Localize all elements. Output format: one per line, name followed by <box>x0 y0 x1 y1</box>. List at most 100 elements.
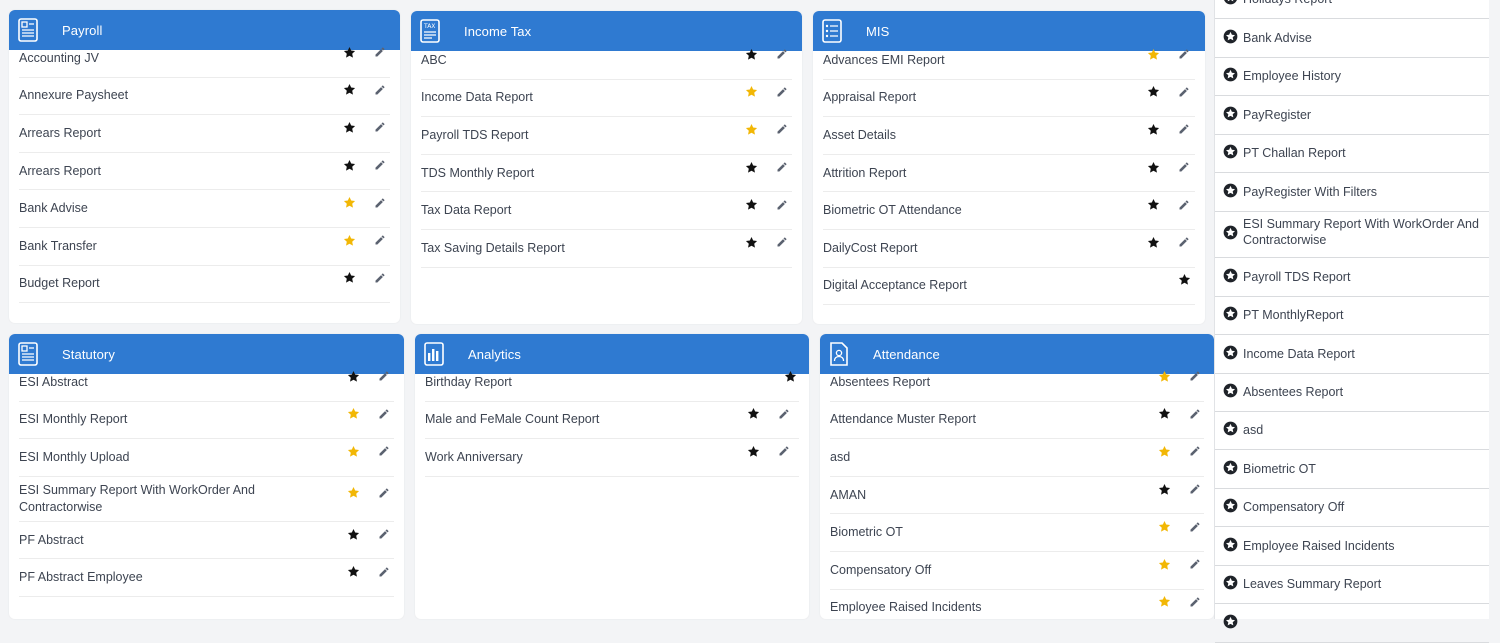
pencil-edit-icon[interactable] <box>373 158 387 172</box>
favorite-report-label[interactable]: Holidays Report <box>1243 0 1483 7</box>
report-row[interactable]: Tax Data Report <box>421 192 792 230</box>
report-name[interactable]: TDS Monthly Report <box>421 165 792 182</box>
report-name[interactable]: Budget Report <box>19 275 390 292</box>
pencil-edit-icon[interactable] <box>1188 444 1202 458</box>
report-name[interactable]: asd <box>830 449 1204 466</box>
report-row[interactable]: Advances EMI Report <box>823 42 1195 80</box>
report-name[interactable]: Male and FeMale Count Report <box>425 411 799 428</box>
favorite-report-item[interactable]: ESI Summary Report With WorkOrder And Co… <box>1215 211 1489 258</box>
star-filled-gold-icon[interactable] <box>1146 47 1160 61</box>
star-filled-icon[interactable] <box>746 407 760 421</box>
pencil-edit-icon[interactable] <box>373 120 387 134</box>
favorite-report-label[interactable]: ESI Summary Report With WorkOrder And Co… <box>1243 216 1483 248</box>
star-filled-gold-icon[interactable] <box>1157 595 1171 609</box>
pencil-edit-icon[interactable] <box>373 45 387 59</box>
pencil-edit-icon[interactable] <box>1188 369 1202 383</box>
report-row[interactable]: PF Abstract Employee <box>19 559 394 597</box>
report-row[interactable]: Tax Saving Details Report <box>421 230 792 268</box>
favorite-report-item[interactable]: Absentees Report <box>1215 373 1489 412</box>
report-row[interactable]: Birthday Report <box>425 364 799 402</box>
star-filled-icon[interactable] <box>744 198 758 212</box>
star-filled-icon[interactable] <box>342 83 356 97</box>
report-name[interactable]: Absentees Report <box>830 374 1204 391</box>
report-name[interactable]: DailyCost Report <box>823 240 1195 257</box>
report-name[interactable]: ESI Abstract <box>19 374 394 391</box>
report-row[interactable]: ESI Summary Report With WorkOrder And Co… <box>19 477 394 522</box>
report-name[interactable]: ESI Monthly Report <box>19 411 394 428</box>
report-row[interactable]: ESI Abstract <box>19 364 394 402</box>
favorite-report-item[interactable]: Employee History <box>1215 57 1489 96</box>
report-name[interactable]: Employee Raised Incidents <box>830 599 1204 616</box>
pencil-edit-icon[interactable] <box>1177 47 1191 61</box>
star-filled-icon[interactable] <box>342 120 356 134</box>
star-filled-icon[interactable] <box>1146 198 1160 212</box>
star-filled-icon[interactable] <box>783 369 797 383</box>
favorite-report-item[interactable]: Income Data Report <box>1215 335 1489 374</box>
report-row[interactable]: ABC <box>421 42 792 80</box>
report-row[interactable]: Appraisal Report <box>823 80 1195 118</box>
pencil-edit-icon[interactable] <box>777 407 791 421</box>
report-name[interactable]: Asset Details <box>823 127 1195 144</box>
favorite-report-item[interactable]: Employee Raised Incidents <box>1215 527 1489 566</box>
report-row[interactable]: Male and FeMale Count Report <box>425 402 799 440</box>
report-row[interactable]: Attrition Report <box>823 155 1195 193</box>
report-row[interactable]: ESI Monthly Report <box>19 402 394 440</box>
report-row[interactable]: ESI Monthly Upload <box>19 439 394 477</box>
report-name[interactable]: Bank Transfer <box>19 238 390 255</box>
favorite-report-item[interactable]: Leaves Summary Report <box>1215 565 1489 604</box>
favorite-report-label[interactable]: Absentees Report <box>1243 384 1483 400</box>
report-name[interactable]: Annexure Paysheet <box>19 87 390 104</box>
star-filled-icon[interactable] <box>1177 273 1191 287</box>
pencil-edit-icon[interactable] <box>1188 557 1202 571</box>
favorite-report-item[interactable]: Compensatory Off <box>1215 488 1489 527</box>
favorite-report-item[interactable]: Holidays Report <box>1215 0 1489 19</box>
pencil-edit-icon[interactable] <box>373 196 387 210</box>
pencil-edit-icon[interactable] <box>1188 595 1202 609</box>
report-row[interactable]: Attendance Muster Report <box>830 402 1204 440</box>
favorite-report-item[interactable]: Biometric OT <box>1215 450 1489 489</box>
pencil-edit-icon[interactable] <box>377 565 391 579</box>
favorite-report-label[interactable]: PayRegister With Filters <box>1243 184 1483 200</box>
report-name[interactable]: Tax Data Report <box>421 202 792 219</box>
pencil-edit-icon[interactable] <box>373 83 387 97</box>
star-filled-icon[interactable] <box>342 158 356 172</box>
report-name[interactable]: ESI Monthly Upload <box>19 449 394 466</box>
pencil-edit-icon[interactable] <box>775 47 789 61</box>
pencil-edit-icon[interactable] <box>775 160 789 174</box>
pencil-edit-icon[interactable] <box>1177 235 1191 249</box>
report-name[interactable]: PF Abstract <box>19 532 394 549</box>
star-filled-gold-icon[interactable] <box>1157 520 1171 534</box>
favorite-report-item[interactable]: PayRegister With Filters <box>1215 173 1489 212</box>
star-filled-icon[interactable] <box>746 444 760 458</box>
report-row[interactable]: Bank Transfer <box>19 228 390 266</box>
star-filled-gold-icon[interactable] <box>744 122 758 136</box>
favorite-report-item[interactable] <box>1215 604 1489 643</box>
report-name[interactable]: PF Abstract Employee <box>19 569 394 586</box>
star-filled-gold-icon[interactable] <box>1157 444 1171 458</box>
pencil-edit-icon[interactable] <box>1177 122 1191 136</box>
favorite-report-item[interactable]: PayRegister <box>1215 96 1489 135</box>
report-name[interactable]: ESI Summary Report With WorkOrder And Co… <box>19 482 394 516</box>
report-name[interactable]: Biometric OT Attendance <box>823 202 1195 219</box>
report-name[interactable]: Appraisal Report <box>823 89 1195 106</box>
favorite-report-item[interactable]: asd <box>1215 411 1489 450</box>
report-name[interactable]: Arrears Report <box>19 125 390 142</box>
star-filled-icon[interactable] <box>744 47 758 61</box>
report-name[interactable]: Compensatory Off <box>830 562 1204 579</box>
star-filled-gold-icon[interactable] <box>342 233 356 247</box>
favorite-report-item[interactable]: PT MonthlyReport <box>1215 296 1489 335</box>
report-row[interactable]: Accounting JV <box>19 40 390 78</box>
favorite-report-label[interactable]: Income Data Report <box>1243 346 1483 362</box>
favorite-report-item[interactable]: PT Challan Report <box>1215 134 1489 173</box>
pencil-edit-icon[interactable] <box>1188 407 1202 421</box>
favorite-report-label[interactable]: Bank Advise <box>1243 30 1483 46</box>
pencil-edit-icon[interactable] <box>775 235 789 249</box>
star-filled-icon[interactable] <box>342 271 356 285</box>
report-row[interactable]: TDS Monthly Report <box>421 155 792 193</box>
star-filled-icon[interactable] <box>744 160 758 174</box>
star-filled-icon[interactable] <box>1157 407 1171 421</box>
report-name[interactable]: AMAN <box>830 487 1204 504</box>
report-row[interactable]: Biometric OT <box>830 514 1204 552</box>
report-row[interactable]: Compensatory Off <box>830 552 1204 590</box>
pencil-edit-icon[interactable] <box>1188 482 1202 496</box>
